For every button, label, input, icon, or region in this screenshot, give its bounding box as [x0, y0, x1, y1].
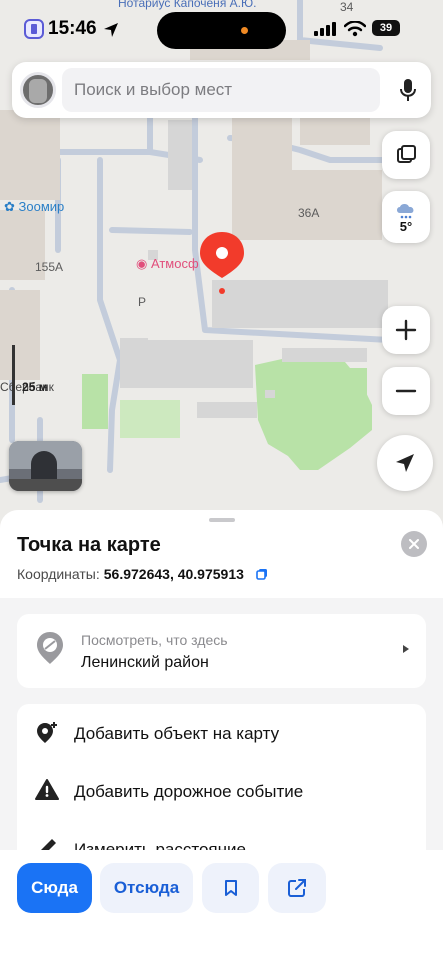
microphone-icon[interactable] — [399, 78, 417, 102]
place-sheet: Точка на карте Координаты: 56.972643, 40.… — [0, 510, 443, 960]
app-indicator-icon — [24, 19, 44, 39]
weather-button[interactable]: 5° — [382, 191, 430, 243]
cellular-signal-icon — [314, 22, 336, 36]
list-item-label: Добавить дорожное событие — [74, 782, 304, 801]
scale-bar — [12, 345, 15, 405]
panorama-thumbnail[interactable] — [9, 441, 82, 491]
bookmark-button[interactable] — [202, 863, 259, 913]
whats-here-subtitle: Посмотреть, что здесь — [81, 632, 228, 648]
scale-label: 25 м — [22, 380, 48, 394]
shop-icon: ◉ — [136, 256, 148, 271]
actions-list: Добавить объект на карту Добавить дорожн… — [17, 704, 426, 864]
zoom-out-button[interactable] — [382, 367, 430, 415]
place-pin-icon — [37, 632, 63, 664]
warning-icon — [35, 779, 59, 800]
map-view[interactable]: Нотариус Капочёня А.Ю. 34 ✿ Зоомир 36А 1… — [0, 0, 443, 540]
list-item-add-object[interactable]: Добавить объект на карту — [17, 704, 426, 762]
coordinates: Координаты: 56.972643, 40.975913 — [17, 566, 268, 582]
status-time: 15:46 — [48, 18, 97, 39]
plus-icon — [395, 319, 417, 341]
map-label-house: 36А — [298, 206, 320, 220]
poi-atmosfera[interactable]: ◉ Атмосф — [136, 256, 199, 272]
dynamic-island — [157, 12, 286, 49]
route-here-button[interactable]: Сюда — [17, 863, 92, 913]
add-place-icon — [37, 722, 57, 743]
my-location-button[interactable] — [377, 435, 433, 491]
action-bar: Сюда Отсюда — [0, 850, 443, 960]
parking-label: P — [138, 295, 147, 309]
close-button[interactable] — [401, 531, 427, 557]
coordinates-value[interactable]: 56.972643, 40.975913 — [104, 566, 244, 582]
list-item-label: Добавить объект на карту — [74, 724, 280, 743]
location-pin-icon — [200, 232, 244, 294]
sheet-grabber[interactable] — [209, 518, 235, 522]
share-button[interactable] — [268, 863, 326, 913]
route-from-button[interactable]: Отсюда — [100, 863, 193, 913]
sheet-title: Точка на карте — [17, 534, 161, 556]
search-bar: Поиск и выбор мест — [12, 62, 431, 118]
wifi-icon — [344, 21, 366, 37]
status-bar: 15:46 39 — [0, 0, 443, 58]
coordinates-label: Координаты: — [17, 566, 100, 582]
minus-icon — [395, 389, 417, 393]
weather-temp: 5° — [399, 218, 413, 234]
district-name: Ленинский район — [81, 654, 209, 671]
bookmark-icon — [224, 880, 237, 896]
layers-button[interactable] — [382, 131, 430, 179]
map-label-house: 155А — [35, 260, 64, 274]
avatar[interactable] — [20, 72, 56, 108]
poi-zoomir[interactable]: ✿ Зоомир — [4, 199, 64, 215]
list-item-add-road-event[interactable]: Добавить дорожное событие — [17, 762, 426, 820]
zoom-in-button[interactable] — [382, 306, 430, 354]
search-input[interactable]: Поиск и выбор мест — [62, 68, 380, 112]
share-icon — [288, 879, 306, 897]
chevron-right-icon — [403, 645, 409, 653]
copy-icon[interactable] — [255, 568, 268, 580]
whats-here-card[interactable]: Посмотреть, что здесь Ленинский район — [17, 614, 426, 688]
navigation-arrow-icon — [396, 454, 414, 472]
cloud-rain-icon — [397, 203, 414, 218]
location-arrow-icon — [104, 23, 118, 37]
close-icon — [409, 539, 419, 549]
layers-icon — [397, 145, 416, 163]
battery-indicator: 39 — [372, 20, 400, 36]
paw-icon: ✿ — [4, 199, 15, 214]
